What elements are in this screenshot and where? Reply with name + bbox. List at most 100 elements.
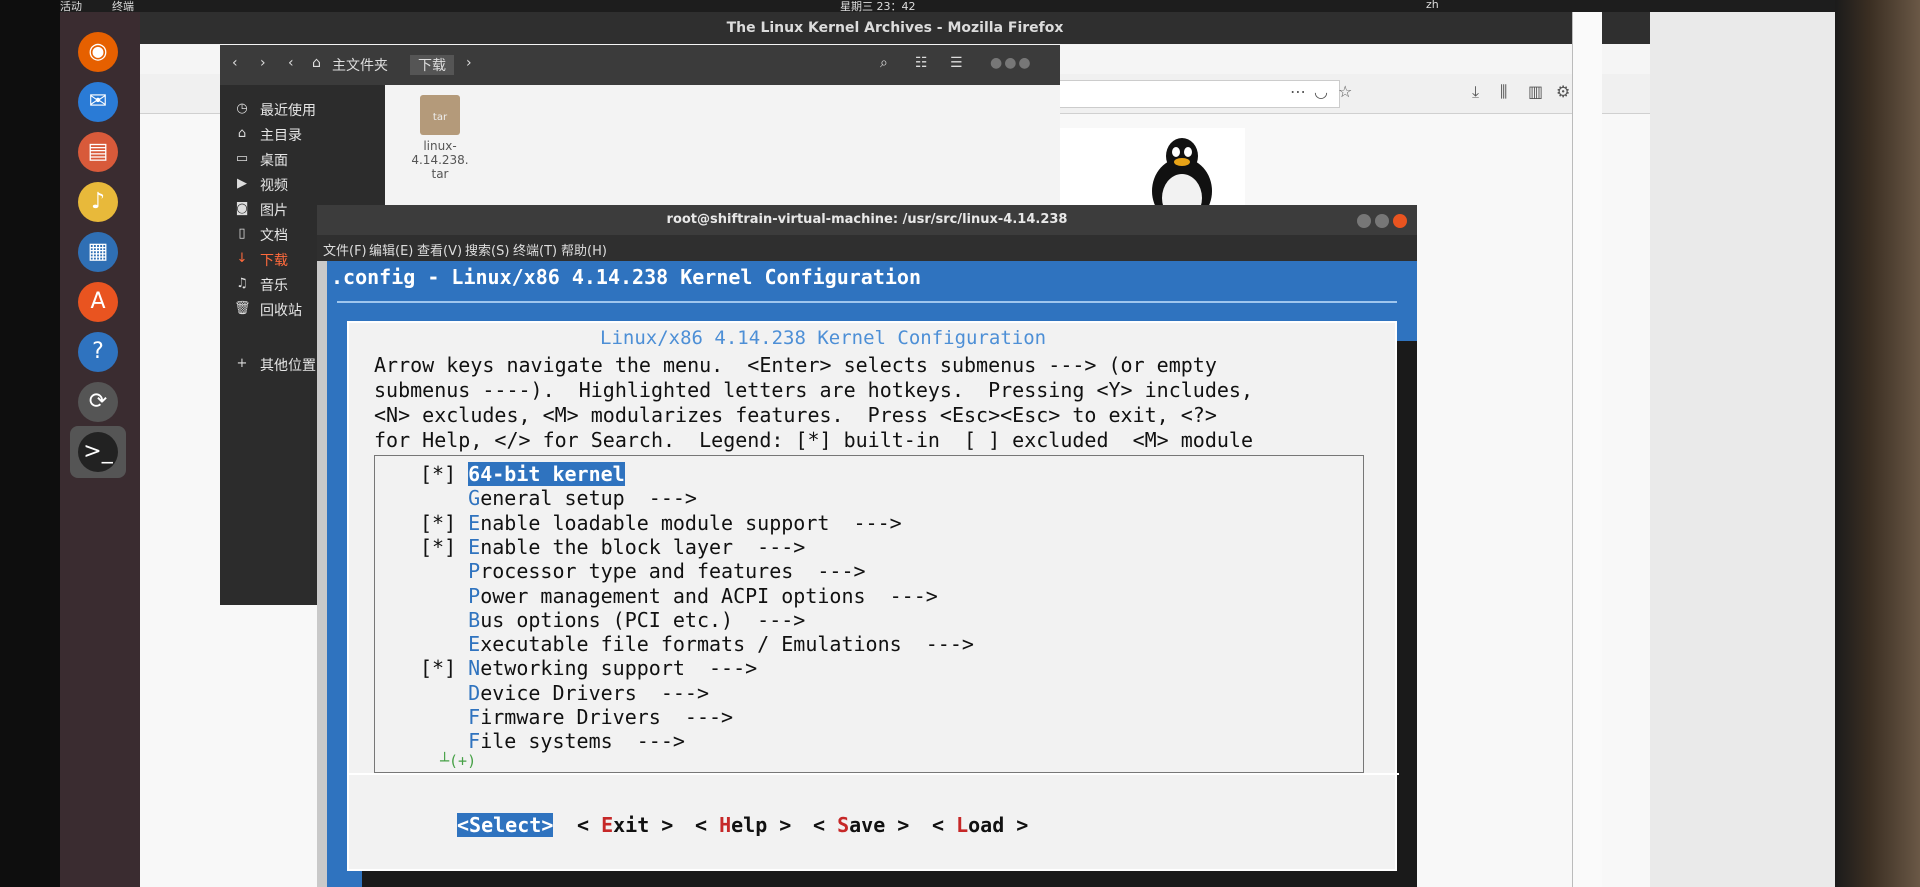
menu-icon[interactable]: ☰ <box>950 55 963 71</box>
search-icon[interactable]: ⌕ <box>880 55 888 71</box>
menu-item-hotkey: F <box>468 729 481 754</box>
history-left-icon[interactable]: ‹ <box>288 55 294 71</box>
menu-item[interactable]: [*] Networking support ---> <box>420 656 757 681</box>
breadcrumb-home[interactable]: 主文件夹 <box>332 55 388 75</box>
pocket-icon[interactable]: ◡ <box>1314 82 1328 101</box>
button-close: > <box>649 813 674 837</box>
menu-item[interactable]: Power management and ACPI options ---> <box>420 584 938 609</box>
menu-item-state <box>420 559 468 583</box>
home-icon[interactable]: ⌂ <box>312 55 321 71</box>
firefox-icon: ◉ <box>78 32 118 72</box>
terminal-menu-item[interactable]: 搜索(S) <box>465 240 509 259</box>
menu-item[interactable]: Firmware Drivers ---> <box>420 705 733 730</box>
menu-button-help[interactable]: < Help > <box>695 813 791 837</box>
menu-item[interactable]: Processor type and features ---> <box>420 559 865 584</box>
close-icon[interactable] <box>1393 214 1407 228</box>
menu-item-state: [*] <box>420 462 469 486</box>
button-rest: oad <box>968 813 1005 837</box>
minimize-icon[interactable] <box>1357 214 1371 228</box>
help-line: <N> excludes, <M> modularizes features. … <box>374 403 1217 427</box>
sidebar-item-icon: ▯ <box>238 226 246 241</box>
menu-item-hotkey: P <box>468 583 481 608</box>
sidebar-item-label: 主目录 <box>260 128 302 144</box>
menu-button-select[interactable]: <Select> <box>457 813 554 837</box>
file-manager-header: ‹ › ‹ ⌂ 主文件夹 下载 › ⌕ ☷ ☰ ●●● <box>220 45 1060 85</box>
forward-icon[interactable]: › <box>260 55 266 71</box>
dock-item-thunderbird[interactable]: ✉ <box>70 76 126 128</box>
dock-item-firefox[interactable]: ◉ <box>70 26 126 78</box>
sidebar-item-icon: ▭ <box>235 151 249 166</box>
dock-item-writer[interactable]: ▦ <box>70 226 126 278</box>
menu-item[interactable]: [*] 64-bit kernel <box>420 462 625 487</box>
menu-item-label: us options (PCI etc.) ---> <box>480 607 806 632</box>
file-item[interactable]: tar linux- 4.14.238. tar <box>405 95 475 181</box>
writer-icon: ▦ <box>78 232 118 272</box>
sidebar-item[interactable]: ◷ 最近使用 <box>220 95 385 123</box>
sidebar-item-label: 文档 <box>260 228 288 244</box>
menu-item-label: 4-bit kernel <box>480 462 625 486</box>
button-hotkey: S <box>837 813 850 837</box>
sidebar-icon[interactable]: ▥ <box>1528 82 1543 101</box>
sidebar-item[interactable]: ⌂ 主目录 <box>220 120 385 148</box>
dock-item-updater[interactable]: ⟳ <box>70 376 126 428</box>
terminal-window: root@shiftrain-virtual-machine: /usr/src… <box>317 205 1417 887</box>
bookmark-star-icon[interactable]: ☆ <box>1338 82 1352 101</box>
breadcrumb-next-icon[interactable]: › <box>466 55 472 71</box>
library-icon[interactable]: ⫼ <box>1500 82 1507 102</box>
button-rest: elect <box>481 813 542 837</box>
menu-item[interactable]: General setup ---> <box>420 486 697 511</box>
menu-item[interactable]: Device Drivers ---> <box>420 681 709 706</box>
terminal-menu-item[interactable]: 查看(V) <box>417 240 462 259</box>
downloads-icon[interactable]: ⤓ <box>1472 82 1479 102</box>
terminal-menu-item[interactable]: 终端(T) <box>513 240 557 259</box>
breadcrumb-downloads[interactable]: 下载 <box>410 55 454 75</box>
menu-item-state: [*] <box>420 510 469 535</box>
window-controls-icon[interactable]: ●●● <box>990 55 1033 71</box>
sidebar-item[interactable]: ▶ 视频 <box>220 170 385 198</box>
menuconfig-screen[interactable]: .config - Linux/x86 4.14.238 Kernel Conf… <box>327 261 1417 887</box>
file-name: linux- 4.14.238. tar <box>411 139 469 181</box>
menu-button-save[interactable]: < Save > <box>813 813 909 837</box>
terminal-title: root@shiftrain-virtual-machine: /usr/src… <box>317 205 1417 235</box>
button-close: > <box>1004 813 1029 837</box>
menu-button-exit[interactable]: < Exit > <box>577 813 673 837</box>
firefox-window-title: The Linux Kernel Archives - Mozilla Fire… <box>140 12 1650 44</box>
button-open: < <box>457 813 470 837</box>
button-hotkey: L <box>956 813 969 837</box>
menu-item[interactable]: [*] Enable loadable module support ---> <box>420 511 902 536</box>
menu-item[interactable]: Executable file formats / Emulations ---… <box>420 632 974 657</box>
terminal-menu-item[interactable]: 帮助(H) <box>561 240 607 259</box>
terminal-menu-item[interactable]: 编辑(E) <box>369 240 413 259</box>
maximize-icon[interactable] <box>1375 214 1389 228</box>
terminal-menubar: 文件(F) 编辑(E) 查看(V) 搜索(S) 终端(T) 帮助(H) <box>317 235 1417 261</box>
dock-item-rhythmbox[interactable]: ♪ <box>70 176 126 228</box>
menu-item-label: irmware Drivers ---> <box>480 705 734 729</box>
dock-item-files[interactable]: ▤ <box>70 126 126 178</box>
button-hotkey: S <box>469 813 482 837</box>
menu-item-hotkey: E <box>468 510 481 535</box>
terminal-menu-item[interactable]: 文件(F) <box>323 240 367 259</box>
page-actions-icon[interactable]: ⋯ <box>1290 82 1306 101</box>
dock-item-software[interactable]: A <box>70 276 126 328</box>
menu-item[interactable]: Bus options (PCI etc.) ---> <box>420 608 805 633</box>
sidebar-item[interactable]: ▭ 桌面 <box>220 145 385 173</box>
menu-item-state <box>420 729 468 753</box>
menu-item-hotkey: P <box>468 559 481 584</box>
help-line: for Help, </> for Search. Legend: [*] bu… <box>374 428 1253 452</box>
software-icon: A <box>78 282 118 322</box>
sidebar-item-label: 桌面 <box>260 153 288 169</box>
sidebar-item-label: 音乐 <box>260 278 288 294</box>
back-icon[interactable]: ‹ <box>232 55 238 71</box>
input-method-indicator[interactable]: zh <box>1426 0 1439 11</box>
menu-button-load[interactable]: < Load > <box>932 813 1028 837</box>
extension-icon[interactable]: ⚙ <box>1556 82 1570 101</box>
menu-item-hotkey: G <box>468 486 481 511</box>
dock-item-help[interactable]: ? <box>70 326 126 378</box>
view-options-icon[interactable]: ☷ <box>915 55 928 71</box>
dock-item-terminal[interactable]: >_ <box>70 426 126 478</box>
menu-item[interactable]: File systems ---> <box>420 729 685 754</box>
button-close: > <box>767 813 792 837</box>
menu-item[interactable]: [*] Enable the block layer ---> <box>420 535 805 560</box>
menu-item-label: nable loadable module support ---> <box>480 510 902 535</box>
menu-item-label: eneral setup ---> <box>480 486 697 511</box>
